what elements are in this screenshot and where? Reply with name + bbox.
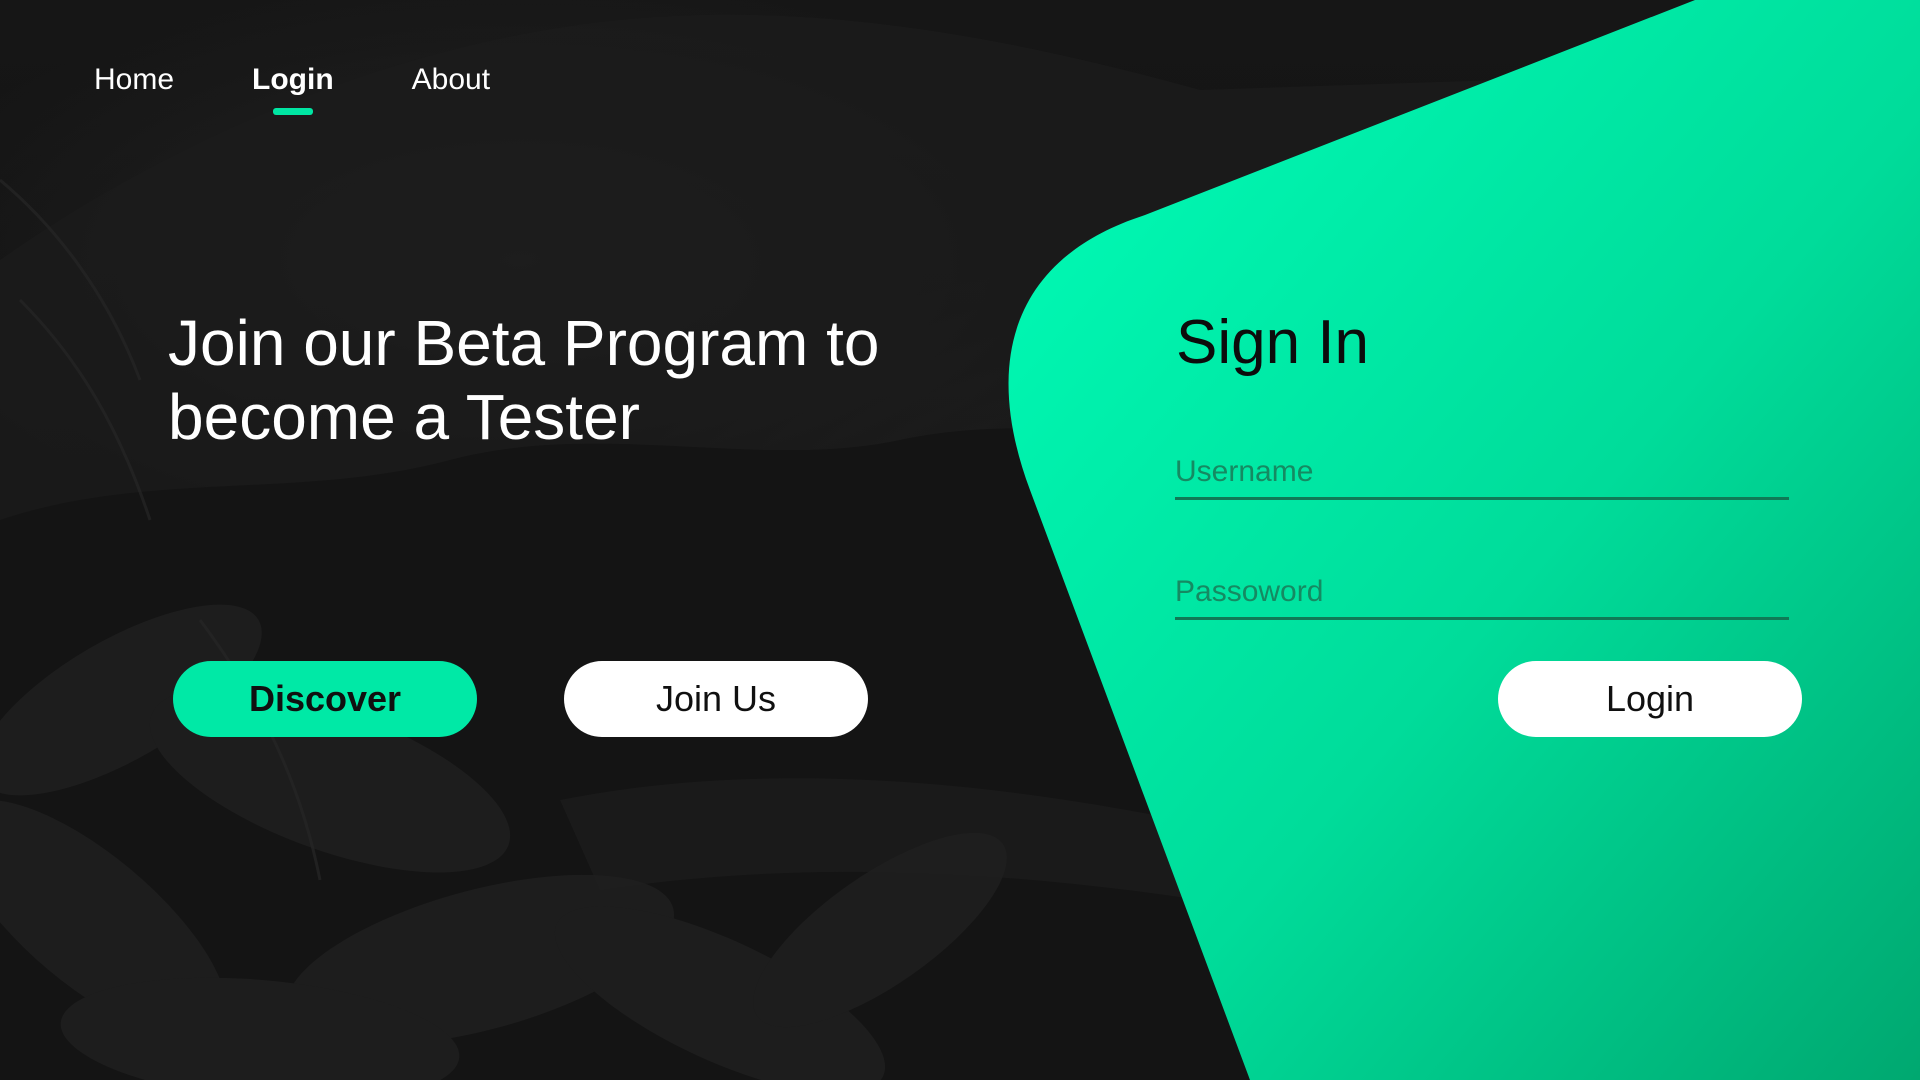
active-nav-indicator [272,108,313,115]
nav-home-label: Home [94,63,175,96]
join-us-button[interactable]: Join Us [564,661,868,737]
username-field[interactable] [1175,450,1789,500]
top-navigation: Home Login About [94,60,490,115]
jungle-silhouette [0,14,1500,1080]
signin-title: Sign In [1176,308,1370,377]
nav-login[interactable]: Login [252,60,334,115]
hero-title: Join our Beta Program to become a Tester [168,306,928,454]
login-button[interactable]: Login [1498,661,1802,737]
hero-title-line1: Join our Beta Program to [168,307,880,379]
nav-about-label: About [411,63,491,96]
hero-title-line2: become a Tester [168,381,640,453]
nav-login-label: Login [252,63,334,96]
nav-about[interactable]: About [412,60,490,100]
nav-home[interactable]: Home [94,60,174,100]
password-field[interactable] [1175,570,1789,620]
discover-button[interactable]: Discover [173,661,477,737]
background-image [0,0,1920,1080]
